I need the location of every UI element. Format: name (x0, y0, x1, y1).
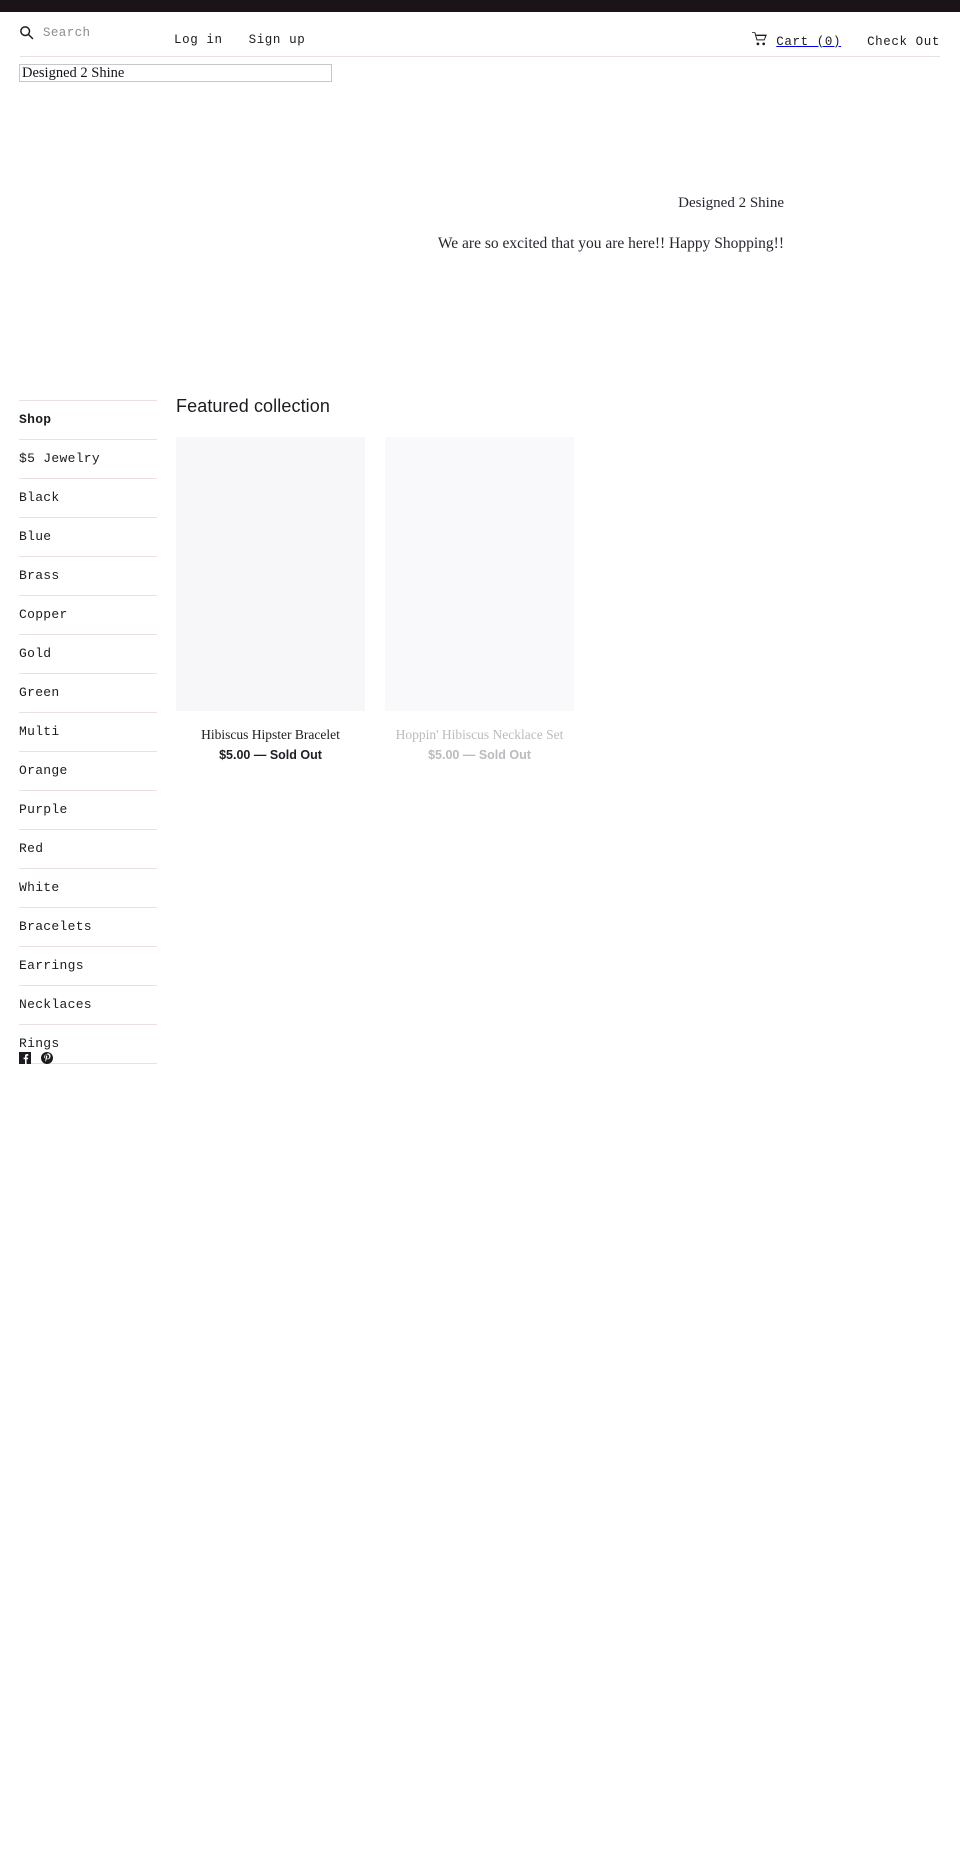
sidebar-item-earrings[interactable]: Earrings (19, 947, 157, 986)
sidebar-item-blue[interactable]: Blue (19, 518, 157, 557)
header-divider (20, 56, 940, 57)
facebook-icon[interactable] (19, 1052, 31, 1064)
shopping-cart-icon (752, 32, 768, 51)
product-image (385, 437, 574, 711)
product-price: $5.00 — Sold Out (428, 748, 531, 762)
utility-header: Log in Sign up Cart (0) Check Out (0, 12, 960, 57)
product-image (176, 437, 365, 711)
sidebar-item-brass[interactable]: Brass (19, 557, 157, 596)
cart-label: Cart (0) (776, 34, 842, 49)
sidebar-item-purple[interactable]: Purple (19, 791, 157, 830)
search-group[interactable] (19, 25, 163, 40)
checkout-link[interactable]: Check Out (867, 35, 940, 49)
sidebar-item-black[interactable]: Black (19, 479, 157, 518)
pinterest-icon[interactable] (41, 1052, 53, 1064)
search-input[interactable] (43, 25, 163, 40)
product-card[interactable]: Hibiscus Hipster Bracelet $5.00 — Sold O… (176, 437, 365, 763)
auth-links: Log in Sign up (174, 33, 305, 47)
product-title: Hoppin' Hibiscus Necklace Set (395, 727, 564, 742)
site-logo-alt-text: Designed 2 Shine (22, 65, 125, 81)
sidebar-item-5-jewelry[interactable]: $5 Jewelry (19, 440, 157, 479)
social-links (19, 1052, 53, 1064)
sidebar-item-white[interactable]: White (19, 869, 157, 908)
sidebar-item-gold[interactable]: Gold (19, 635, 157, 674)
top-accent-bar (0, 0, 960, 12)
sidebar-nav: Shop $5 Jewelry Black Blue Brass Copper … (19, 400, 157, 1064)
sidebar-item-necklaces[interactable]: Necklaces (19, 986, 157, 1025)
site-logo-broken-image[interactable]: Designed 2 Shine (19, 64, 332, 82)
cart-link[interactable]: Cart (0) (752, 32, 841, 51)
sidebar-item-copper[interactable]: Copper (19, 596, 157, 635)
sidebar-item-multi[interactable]: Multi (19, 713, 157, 752)
sidebar-item-green[interactable]: Green (19, 674, 157, 713)
hero-title: Designed 2 Shine (678, 195, 784, 211)
login-link[interactable]: Log in (174, 33, 223, 47)
page-title: Featured collection (176, 396, 330, 416)
hero-subtitle: We are so excited that you are here!! Ha… (437, 235, 784, 252)
header-right-group: Cart (0) Check Out (752, 32, 940, 51)
sidebar-item-red[interactable]: Red (19, 830, 157, 869)
hero-section: Designed 2 Shine We are so excited that … (20, 190, 784, 257)
signup-link[interactable]: Sign up (249, 33, 306, 47)
product-price: $5.00 — Sold Out (219, 748, 322, 762)
sidebar-item-orange[interactable]: Orange (19, 752, 157, 791)
main-content: Featured collection Hibiscus Hipster Bra… (176, 396, 784, 763)
sidebar-item-bracelets[interactable]: Bracelets (19, 908, 157, 947)
product-title: Hibiscus Hipster Bracelet (201, 727, 340, 742)
sidebar-item-shop[interactable]: Shop (19, 400, 157, 440)
product-grid: Hibiscus Hipster Bracelet $5.00 — Sold O… (176, 437, 784, 763)
product-card[interactable]: Hoppin' Hibiscus Necklace Set $5.00 — So… (385, 437, 574, 763)
search-icon[interactable] (19, 25, 34, 40)
